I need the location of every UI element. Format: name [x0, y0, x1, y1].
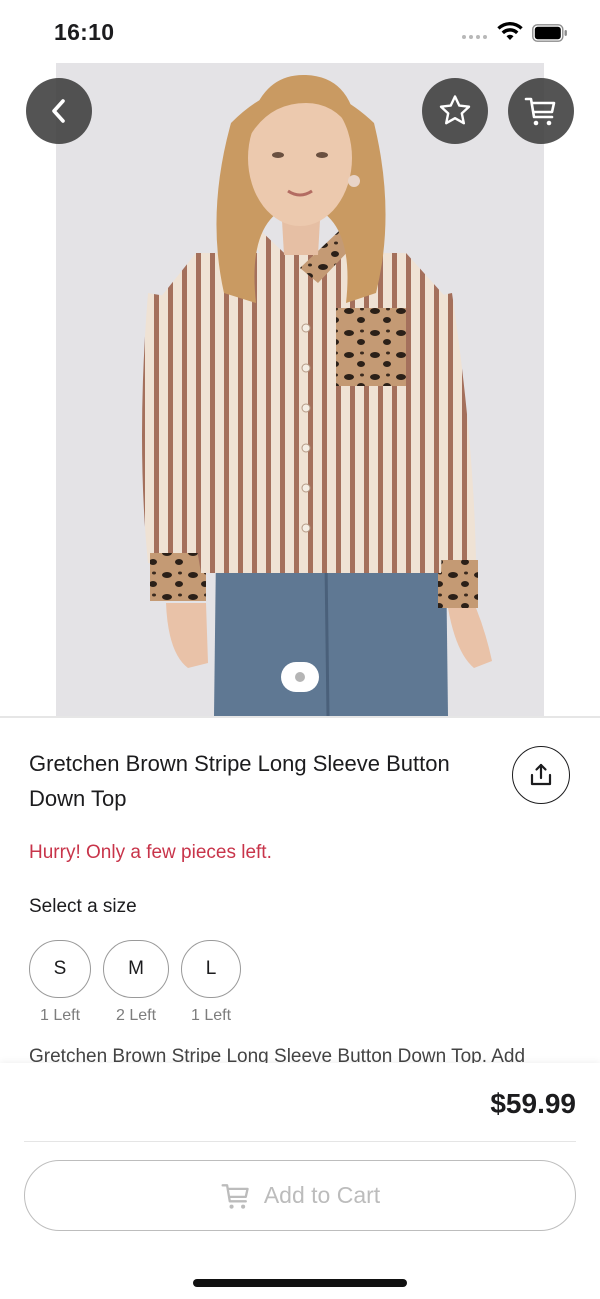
battery-icon	[532, 24, 567, 42]
image-divider	[0, 716, 600, 718]
add-to-cart-label: Add to Cart	[263, 1182, 381, 1208]
size-stock-s: 1 Left	[39, 1007, 81, 1024]
cart-icon	[221, 1183, 249, 1209]
image-page-indicator	[281, 662, 319, 692]
product-title: Gretchen Brown Stripe Long Sleeve Button…	[29, 751, 450, 811]
product-image[interactable]	[56, 63, 544, 716]
back-button[interactable]	[26, 78, 92, 144]
signal-icon	[462, 35, 487, 39]
size-stock-m: 2 Left	[115, 1007, 157, 1024]
size-option-s[interactable]: S	[29, 940, 91, 998]
wifi-icon	[497, 22, 523, 40]
home-indicator[interactable]	[193, 1279, 407, 1287]
cart-icon	[524, 97, 556, 126]
size-option-m[interactable]: M	[103, 940, 169, 998]
purchase-bar-divider	[24, 1141, 576, 1142]
size-option-l[interactable]: L	[181, 940, 241, 998]
cart-button[interactable]	[508, 78, 574, 144]
page-dot-active	[295, 672, 305, 682]
share-icon	[530, 763, 552, 786]
star-icon	[439, 95, 471, 125]
add-to-cart-button[interactable]: Add to Cart	[24, 1160, 576, 1231]
size-selector-label: Select a size	[29, 896, 137, 917]
product-price: $59.99	[490, 1088, 576, 1119]
status-time: 16:10	[54, 19, 115, 45]
stock-warning: Hurry! Only a few pieces left.	[29, 842, 272, 863]
product-description: Gretchen Brown Stripe Long Sleeve Button…	[29, 1046, 526, 1064]
chevron-left-icon	[52, 99, 65, 123]
size-stock-l: 1 Left	[190, 1007, 232, 1024]
status-bar: 16:10	[0, 0, 600, 64]
share-button[interactable]	[512, 746, 570, 804]
favorite-button[interactable]	[422, 78, 488, 144]
product-detail-screen: 16:10 Gretchen Brown Stripe Long Sleeve …	[0, 0, 600, 1299]
